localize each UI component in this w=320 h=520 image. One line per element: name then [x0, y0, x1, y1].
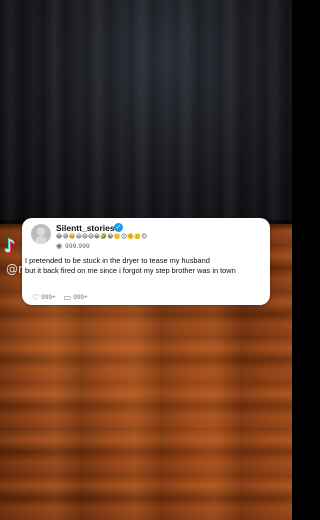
username[interactable]: Silentt_stories: [56, 223, 115, 233]
comment-icon: ▭: [63, 293, 72, 302]
post-card[interactable]: Silentt_stories ✓ 😂😅🥹😃😆😄😁🤣😭🙂😉🤗🥲😊 ◉ 999,9…: [22, 218, 270, 305]
like-button[interactable]: ♡ 999+: [32, 293, 56, 302]
like-count: 999+: [41, 294, 56, 301]
emoji-row: 😂😅🥹😃😆😄😁🤣😭🙂😉🤗🥲😊: [56, 234, 148, 240]
watermark-handle: @r: [6, 262, 23, 276]
verified-badge-icon: ✓: [114, 223, 123, 232]
avatar[interactable]: [31, 224, 51, 244]
post-text: I pretended to be stuck in the dryer to …: [25, 256, 236, 275]
comment-button[interactable]: ▭ 999+: [64, 293, 88, 302]
tiktok-icon: ♪: [4, 236, 16, 257]
comment-count: 999+: [73, 294, 88, 301]
eye-icon: ◉: [56, 242, 63, 250]
view-count-value: 999,999: [65, 243, 90, 250]
background-curtain: [0, 0, 292, 228]
post-actions: ♡ 999+ ▭ 999+: [32, 293, 94, 302]
view-count: ◉ 999,999: [56, 242, 90, 250]
heart-icon: ♡: [32, 293, 40, 302]
tiktok-watermark: ♪ @r: [4, 236, 23, 276]
